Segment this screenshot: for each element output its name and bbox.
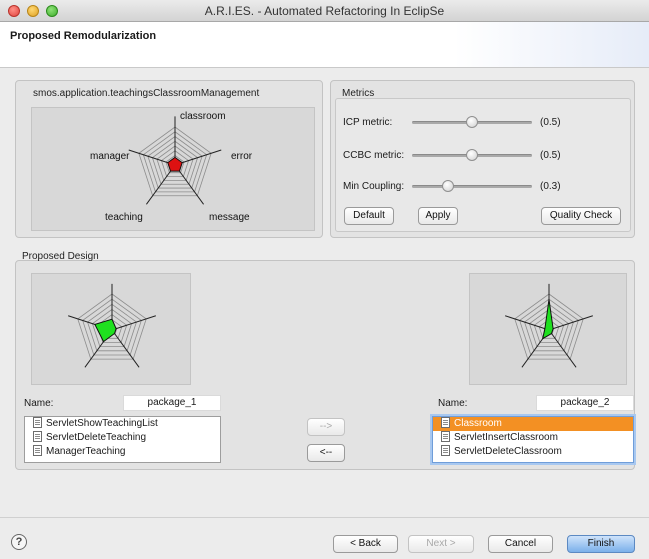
- package-2-name-field[interactable]: package_2: [536, 395, 634, 411]
- package-2-radar-axis-line: [548, 329, 577, 368]
- axis-label-message: message: [209, 212, 250, 223]
- cancel-button[interactable]: Cancel: [488, 535, 553, 553]
- window-title: A.R.I.ES. - Automated Refactoring In Ecl…: [204, 4, 445, 18]
- next-button[interactable]: Next >: [408, 535, 474, 553]
- icp-metric-label: ICP metric:: [343, 117, 393, 128]
- package-1-name-label: Name:: [24, 398, 54, 409]
- axis-label-error: error: [231, 151, 253, 162]
- package-2-class-list[interactable]: Classroom ServletInsertClassroom Servlet…: [432, 416, 634, 463]
- package-1-class-list[interactable]: ServletShowTeachingList ServletDeleteTea…: [24, 416, 221, 463]
- package-2-radar-value-polygon: [541, 299, 554, 340]
- java-file-icon: [33, 431, 42, 442]
- list-item[interactable]: ManagerTeaching: [25, 445, 220, 459]
- ccbc-metric-label: CCBC metric:: [343, 150, 405, 161]
- package-2-radar-chart: [469, 273, 627, 385]
- package-2-radar-axis-line: [548, 315, 593, 331]
- page-title: Proposed Remodularization: [10, 30, 157, 42]
- list-item[interactable]: ServletDeleteClassroom: [433, 445, 633, 459]
- min-coupling-slider-thumb[interactable]: [442, 180, 454, 192]
- ccbc-metric-value: (0.5): [540, 150, 561, 161]
- list-item[interactable]: ServletShowTeachingList: [25, 417, 220, 431]
- move-right-button[interactable]: -->: [307, 418, 345, 436]
- icp-metric-value: (0.5): [540, 117, 561, 128]
- apply-button[interactable]: Apply: [418, 207, 458, 225]
- move-left-button[interactable]: <--: [307, 444, 345, 462]
- list-item[interactable]: Classroom: [433, 417, 633, 431]
- package-1-radar-axis-line: [111, 329, 140, 368]
- min-coupling-label: Min Coupling:: [343, 181, 405, 192]
- package-2-radar-axis-line: [505, 315, 550, 331]
- window-titlebar: A.R.I.ES. - Automated Refactoring In Ecl…: [0, 0, 649, 22]
- package-2-name-label: Name:: [438, 398, 468, 409]
- package-1-radar-axis-line: [111, 315, 156, 331]
- java-file-icon: [441, 431, 450, 442]
- list-item[interactable]: ServletInsertClassroom: [433, 431, 633, 445]
- min-coupling-slider-track[interactable]: [412, 185, 532, 188]
- java-file-icon: [33, 417, 42, 428]
- footer-separator: [0, 517, 649, 518]
- quality-check-button[interactable]: Quality Check: [541, 207, 621, 225]
- ccbc-metric-slider-thumb[interactable]: [466, 149, 478, 161]
- list-item[interactable]: ServletDeleteTeaching: [25, 431, 220, 445]
- proposed-design-title: Proposed Design: [22, 251, 99, 262]
- back-button[interactable]: < Back: [333, 535, 398, 553]
- java-file-icon: [441, 417, 450, 428]
- package-1-name-field[interactable]: package_1: [123, 395, 221, 411]
- axis-label-manager: manager: [90, 151, 130, 162]
- package-1-radar-chart: [31, 273, 191, 385]
- package-radar-chart: classroom error message teaching manager: [31, 107, 315, 231]
- icp-metric-slider-thumb[interactable]: [466, 116, 478, 128]
- finish-button[interactable]: Finish: [567, 535, 635, 553]
- help-icon[interactable]: ?: [11, 534, 27, 550]
- java-file-icon: [33, 445, 42, 456]
- package-name-label: smos.application.teachingsClassroomManag…: [33, 88, 260, 99]
- java-file-icon: [441, 445, 450, 456]
- axis-label-classroom: classroom: [180, 111, 226, 122]
- wizard-header: Proposed Remodularization: [0, 22, 649, 68]
- axis-label-teaching: teaching: [105, 212, 143, 223]
- default-button[interactable]: Default: [344, 207, 394, 225]
- min-coupling-value: (0.3): [540, 181, 561, 192]
